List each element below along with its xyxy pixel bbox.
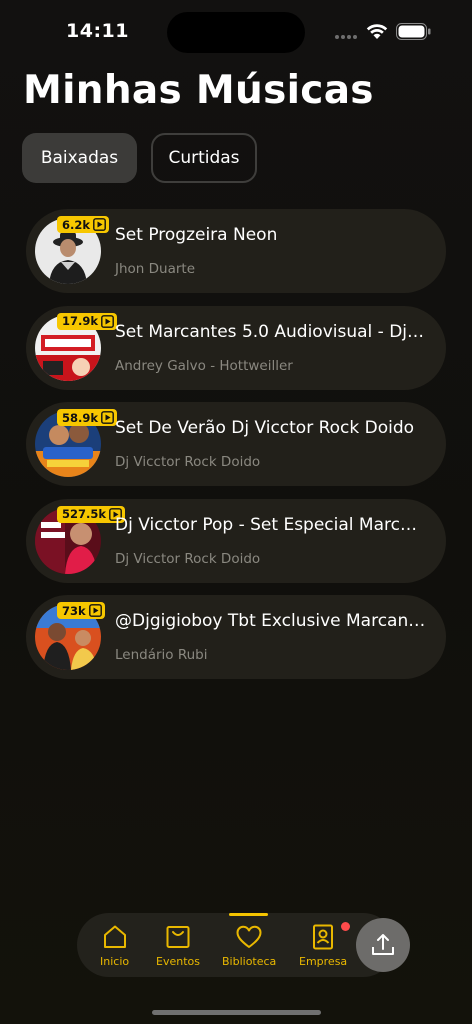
tab-label: Inicio <box>100 955 130 968</box>
play-count-badge: 58.9k <box>57 409 118 426</box>
wifi-icon <box>366 24 388 39</box>
heart-icon <box>236 925 262 948</box>
dynamic-island <box>167 12 305 53</box>
segment-tabs: Baixadas Curtidas <box>22 133 257 183</box>
track-artist: Lendário Rubi <box>115 647 208 663</box>
play-count: 527.5k <box>62 507 107 521</box>
track-list: 6.2k Set Progzeira Neon Jhon Duarte 17.9… <box>26 209 446 692</box>
track-card[interactable]: 527.5k Dj Vicctor Pop - Set Especial Mar… <box>26 498 446 583</box>
track-card[interactable]: 6.2k Set Progzeira Neon Jhon Duarte <box>26 209 446 293</box>
home-icon <box>103 925 126 948</box>
play-count: 73k <box>62 603 86 618</box>
track-title: Dj Vicctor Pop - Set Especial Marcant... <box>115 514 427 535</box>
upload-button[interactable] <box>356 918 410 972</box>
home-indicator <box>152 1010 321 1015</box>
track-artist: Jhon Duarte <box>115 261 196 277</box>
cellular-signal-icon <box>335 35 357 39</box>
play-icon <box>101 411 114 424</box>
status-bar: 14:11 <box>0 0 472 60</box>
battery-icon <box>396 23 431 40</box>
track-artist: Dj Vicctor Rock Doido <box>115 454 261 470</box>
track-card[interactable]: 58.9k Set De Verão Dj Vicctor Rock Doido… <box>26 402 446 486</box>
bottom-tab-bar: Inicio Eventos Biblioteca Empresa <box>77 913 395 977</box>
play-icon <box>93 218 106 231</box>
tab-label: Biblioteca <box>222 955 277 968</box>
tab-label: Eventos <box>156 955 200 968</box>
play-count-badge: 6.2k <box>57 216 110 233</box>
track-title: Set Marcantes 5.0 Audiovisual - Dj A... <box>115 321 427 342</box>
play-count: 58.9k <box>62 410 99 425</box>
play-count: 6.2k <box>62 217 91 232</box>
play-count-badge: 17.9k <box>57 312 118 330</box>
track-artist: Andrey Galvo - Hottweiller <box>115 357 293 374</box>
track-title: Set De Verão Dj Vicctor Rock Doido <box>115 418 415 438</box>
tab-inicio[interactable]: Inicio <box>100 923 129 968</box>
play-icon <box>101 314 114 328</box>
upload-icon <box>372 934 394 955</box>
tab-eventos[interactable]: Eventos <box>156 923 200 968</box>
track-title: Set Progzeira Neon <box>115 225 278 245</box>
track-card[interactable]: 73k @Djgigioboy Tbt Exclusive Marcante..… <box>26 595 446 679</box>
track-artist: Dj Vicctor Rock Doido <box>115 550 261 567</box>
play-count: 17.9k <box>62 314 99 328</box>
tab-curtidas[interactable]: Curtidas <box>151 133 257 183</box>
page-title: Minhas Músicas <box>23 68 374 113</box>
tab-baixadas[interactable]: Baixadas <box>22 133 137 183</box>
track-card[interactable]: 17.9k Set Marcantes 5.0 Audiovisual - Dj… <box>26 305 446 390</box>
notification-dot <box>341 922 351 931</box>
contact-card-icon <box>313 924 334 950</box>
tab-label: Empresa <box>299 955 348 968</box>
tab-biblioteca[interactable]: Biblioteca <box>222 923 276 968</box>
active-tab-indicator <box>229 913 268 916</box>
bag-icon <box>166 926 190 948</box>
tab-empresa[interactable]: Empresa <box>299 922 351 968</box>
status-time: 14:11 <box>66 20 129 42</box>
play-count-badge: 73k <box>57 602 105 619</box>
play-icon <box>88 604 102 617</box>
track-title: @Djgigioboy Tbt Exclusive Marcante... <box>115 611 427 631</box>
